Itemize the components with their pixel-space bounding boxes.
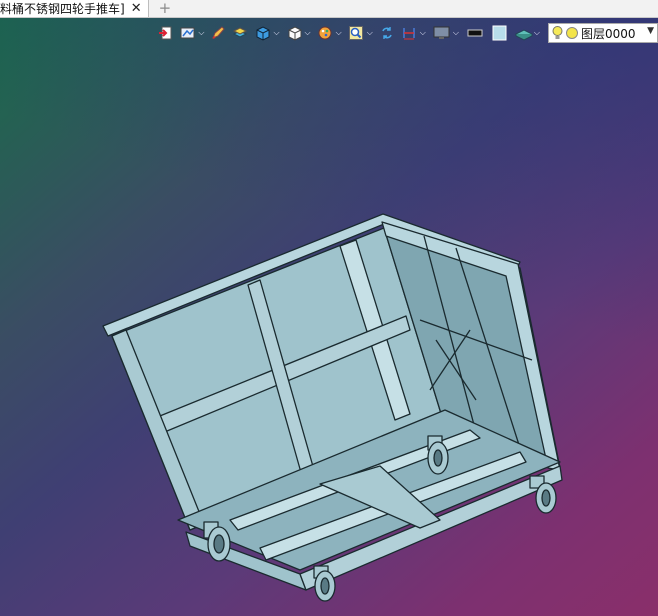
add-tab-icon[interactable]: + [159,0,172,17]
close-icon[interactable]: ✕ [131,2,142,15]
document-tab-title: 料桶不锈钢四轮手推车] [0,2,125,16]
document-tab-bar: 料桶不锈钢四轮手推车] ✕ + [0,0,658,18]
3d-viewport[interactable]: ⌵ ⌵ ⌵ ⌵ ⌵ ⌵ ⌵ ⌵ 图层0000 ▼ [0,18,658,616]
cart-3d-model [102,213,563,602]
document-tab[interactable]: 料桶不锈钢四轮手推车] ✕ [0,0,149,17]
